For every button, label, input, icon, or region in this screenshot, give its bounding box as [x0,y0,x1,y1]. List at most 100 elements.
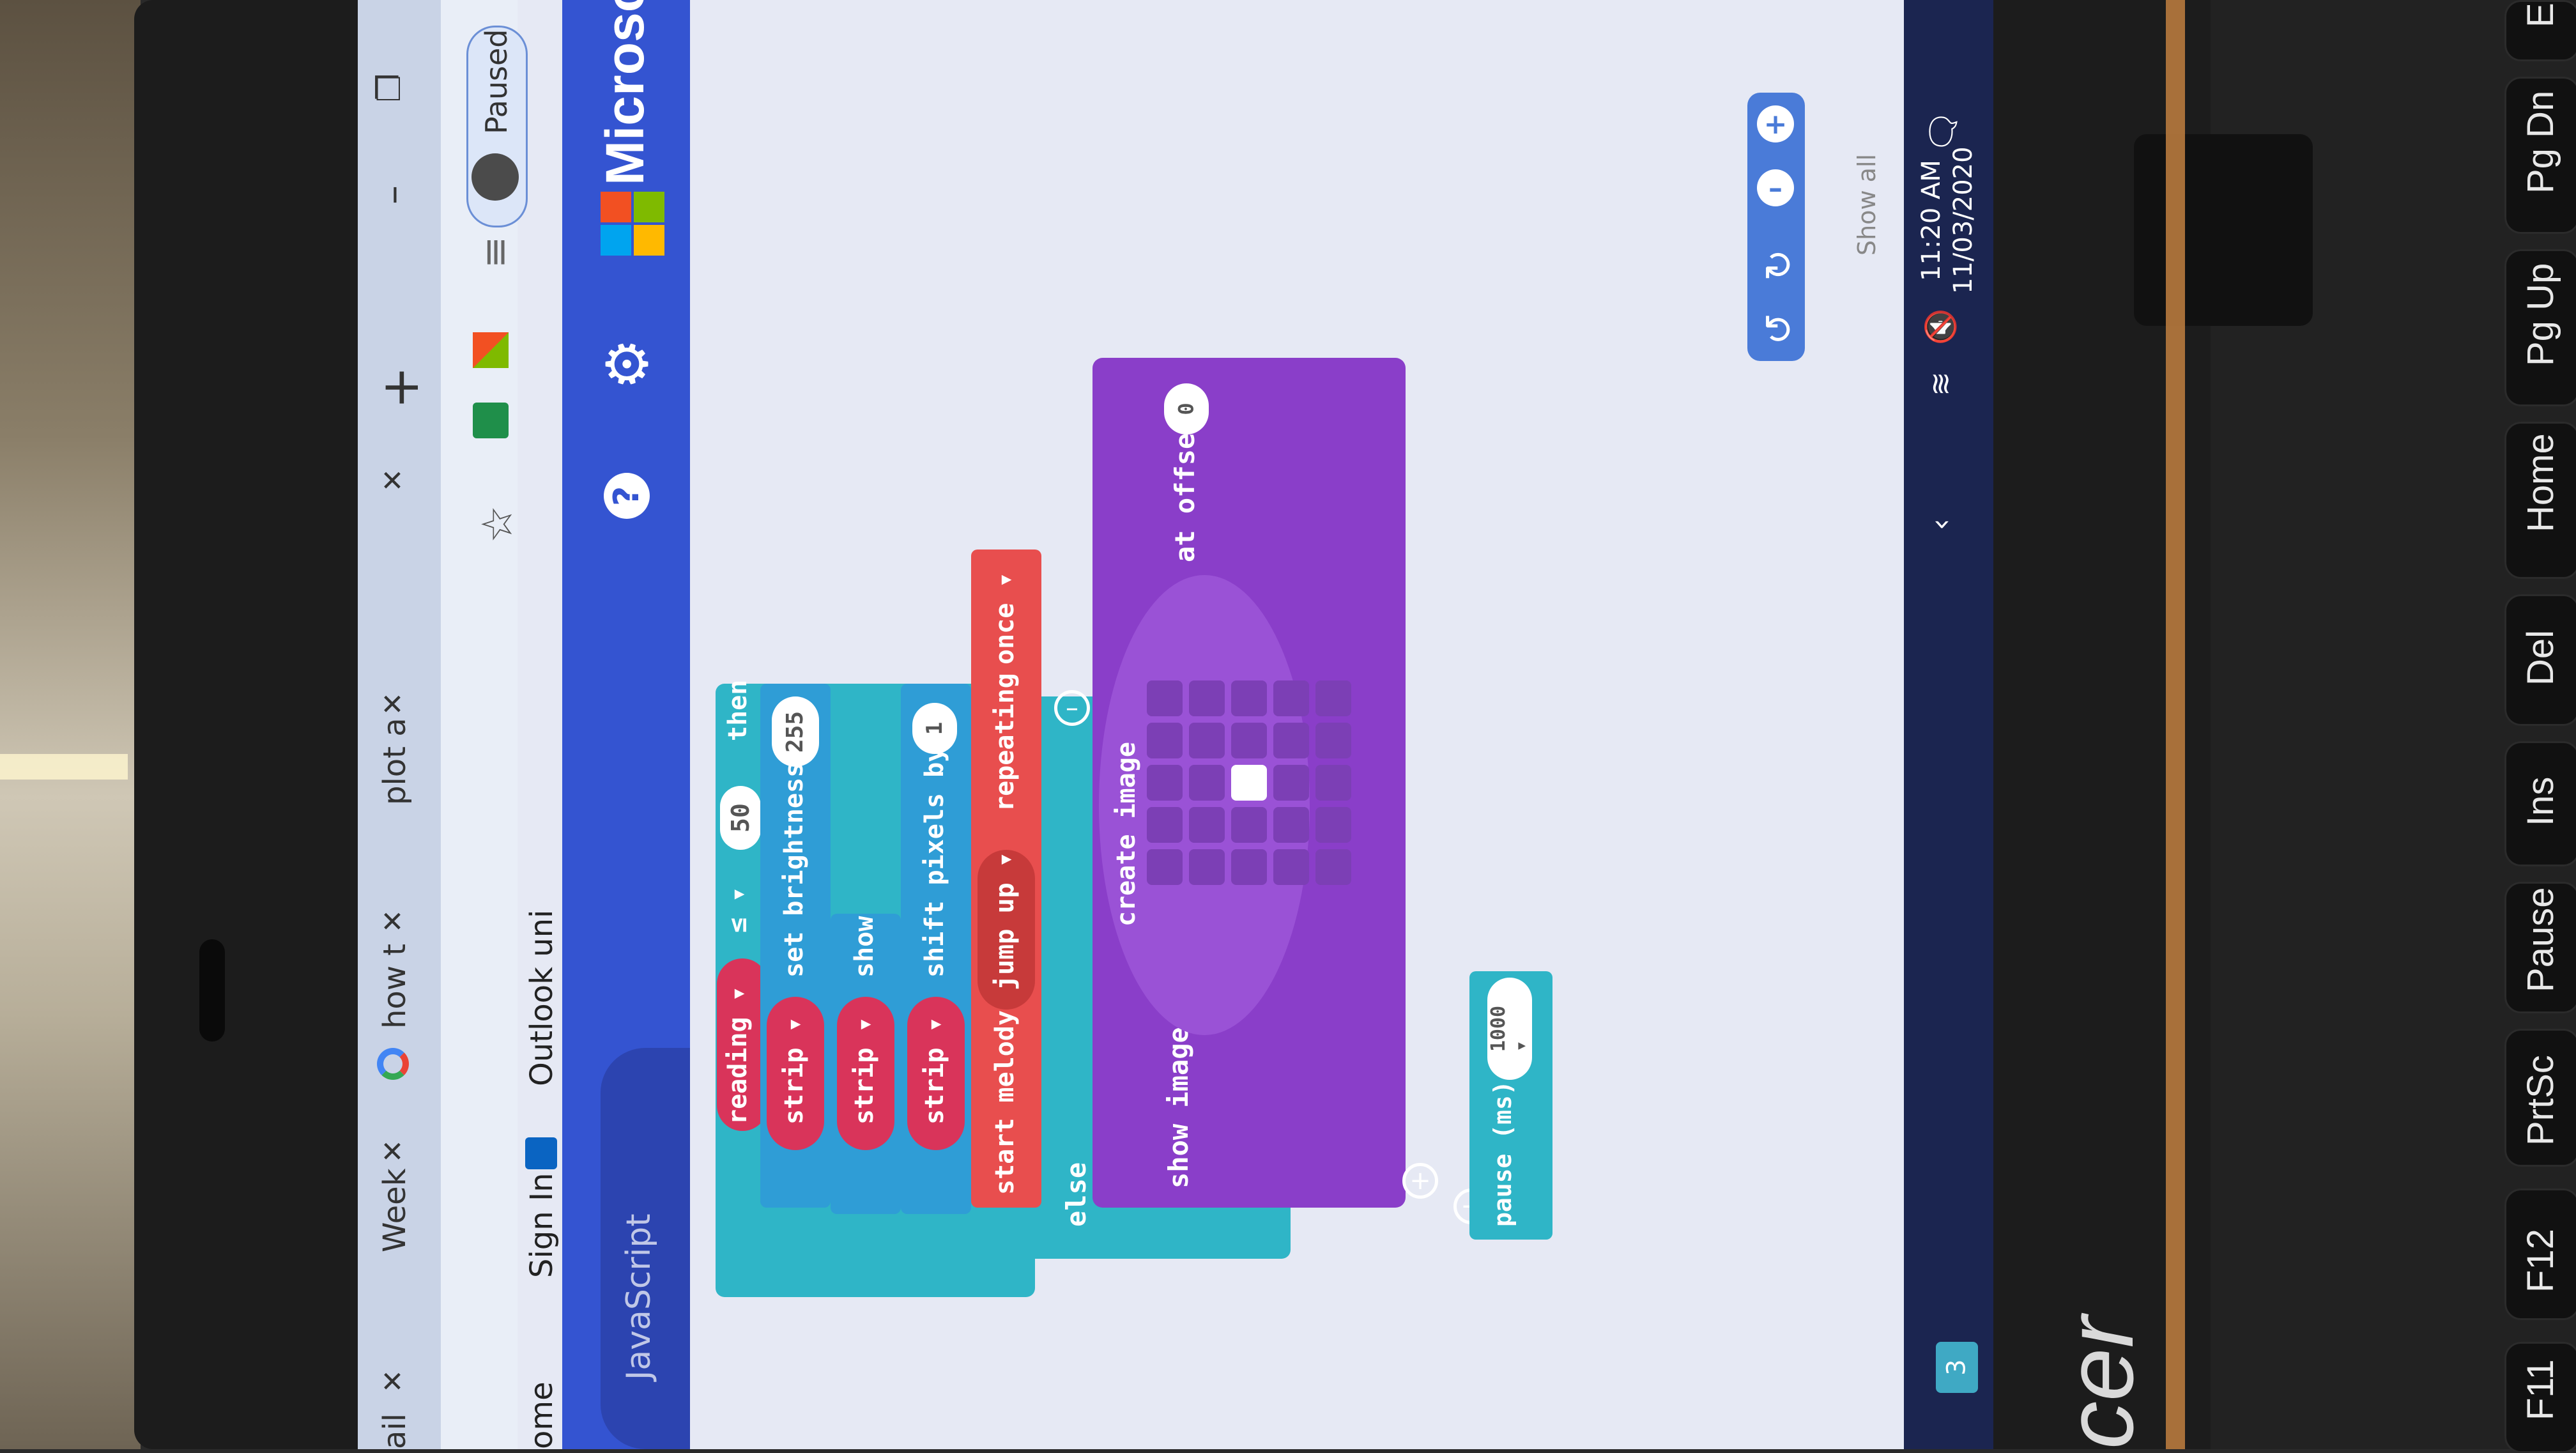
threshold-value: 50 [726,803,755,833]
show-label: show [850,916,879,978]
volume-icon[interactable]: 🔇 [1923,309,1958,345]
bookmark-sign-in[interactable]: Sign In [524,1172,560,1278]
wifi-icon[interactable]: ≋ [1923,371,1958,396]
google-icon [377,1048,409,1080]
notification-icon[interactable]: 🗨 [1923,109,1964,153]
taskbar-date: 11/03/2020 [1949,146,1978,294]
bookmark-star-icon[interactable]: ☆ [473,505,522,543]
pause-duration-input[interactable]: 1000 ▾ [1487,978,1532,1080]
at-offset-label: at offset [1169,417,1200,562]
bookmark-home[interactable]: ome [524,1381,560,1449]
offset-input[interactable]: 0 [1164,383,1209,434]
key-home: Home [2504,422,2576,579]
avatar[interactable] [471,153,519,201]
tab-label: ail [377,1413,413,1449]
led-cell[interactable] [1231,723,1267,758]
led-grid[interactable] [1147,680,1364,898]
led-cell[interactable] [1315,765,1351,801]
led-cell[interactable] [1147,723,1183,758]
add-else-plus-icon[interactable]: + [1402,1163,1438,1199]
led-cell[interactable] [1189,723,1225,758]
shift-pixels-label: shift pixels by [920,746,949,978]
collapse-minus-icon[interactable]: – [1054,690,1090,726]
taskbar-app-badge[interactable]: 3 [1936,1342,1978,1393]
header-brand: Microsof [595,0,655,185]
led-cell[interactable] [1189,849,1225,885]
brightness-value: 255 [782,711,809,753]
tray-expand-icon[interactable]: ‹ [1923,519,1958,530]
extension-icon[interactable] [473,403,509,438]
led-cell[interactable] [1231,680,1267,716]
led-cell[interactable] [1147,765,1183,801]
tab-week[interactable]: Week [377,1168,413,1252]
led-cell[interactable] [1189,680,1225,716]
led-cell[interactable] [1231,849,1267,885]
key-e: E [2504,0,2576,61]
hinge [2134,134,2313,326]
settings-gear-icon[interactable]: ⚙ [594,338,661,390]
show-image-label: show image [1163,1027,1194,1188]
shift-value: 1 [921,721,947,735]
led-cell[interactable] [1147,807,1183,843]
led-cell[interactable] [1147,680,1183,716]
led-cell[interactable] [1315,680,1351,716]
pause-label: pause (ms) [1489,1080,1517,1227]
help-glyph: ? [606,486,647,506]
offset-value: 0 [1174,403,1199,415]
repeat-mode-dropdown[interactable]: once ▾ [990,573,1020,665]
reading-dropdown[interactable]: reading ▾ [723,986,753,1125]
tab-close-icon[interactable]: ✕ [377,1369,410,1393]
tab-close-icon[interactable]: ✕ [377,1139,410,1163]
threshold-input[interactable]: 50 [720,786,761,850]
led-cell[interactable] [1315,849,1351,885]
minimize-button[interactable]: – [371,185,415,204]
led-cell[interactable] [1273,807,1309,843]
shift-input[interactable]: 1 [912,703,957,754]
key-f12: F12 [2504,1188,2576,1320]
key-ins: Ins [2504,741,2576,866]
led-cell[interactable] [1315,723,1351,758]
led-cell[interactable] [1273,849,1309,885]
undo-icon[interactable]: ↺ [1757,313,1802,345]
strip-dropdown-3[interactable]: strip ▾ [920,1017,949,1125]
strip-dropdown-1[interactable]: strip ▾ [779,1017,809,1125]
strip-dropdown-2[interactable]: strip ▾ [850,1017,879,1125]
new-tab-button[interactable]: + [371,366,430,409]
zoom-out-icon[interactable]: – [1757,169,1794,206]
redo-icon[interactable]: ↻ [1757,249,1802,281]
melody-dropdown[interactable]: jump up ▾ [990,852,1020,990]
laptop-brand-logo: cer [2046,1316,2153,1449]
reading-list-icon[interactable]: ≡ [473,236,518,268]
brightness-input[interactable]: 255 [772,696,819,767]
help-icon[interactable]: ? [604,473,650,519]
room-background [0,0,141,1449]
tab-plot[interactable]: plot a [377,718,413,805]
key-del: Del [2504,594,2576,726]
led-cell[interactable] [1315,807,1351,843]
office-icon[interactable] [473,332,509,368]
key-f11: F11 [2504,1342,2576,1453]
javascript-label: JavaScript [620,1213,658,1380]
bookmark-outlook[interactable]: Outlook uni [524,910,560,1086]
tab-how-to[interactable]: how t [377,944,413,1029]
led-cell[interactable] [1273,723,1309,758]
show-all-link[interactable]: Show all [1853,154,1881,256]
led-cell[interactable] [1273,765,1309,801]
led-cell[interactable] [1189,807,1225,843]
zoom-in-icon[interactable]: + [1757,105,1794,142]
badge-count: 3 [1942,1359,1972,1376]
photo-scene: F11 F12 PrtSc Pause Ins Del Home Pg Up P… [0,0,2576,1453]
tab-close-icon[interactable]: ✕ [377,468,410,492]
led-cell[interactable] [1231,765,1267,801]
tab-close-icon[interactable]: ✕ [377,692,410,716]
led-cell[interactable] [1273,680,1309,716]
led-cell[interactable] [1189,765,1225,801]
led-cell[interactable] [1231,807,1267,843]
pause-duration-value: 1000 ▾ [1487,1005,1532,1052]
tab-mail[interactable]: ail [377,1413,413,1449]
restore-button[interactable]: ❐ [371,73,408,102]
then-keyword: then [723,679,753,741]
tab-close-icon[interactable]: ✕ [377,909,410,933]
led-cell[interactable] [1147,849,1183,885]
compare-operator-dropdown[interactable]: ≤ ▾ [723,887,753,933]
